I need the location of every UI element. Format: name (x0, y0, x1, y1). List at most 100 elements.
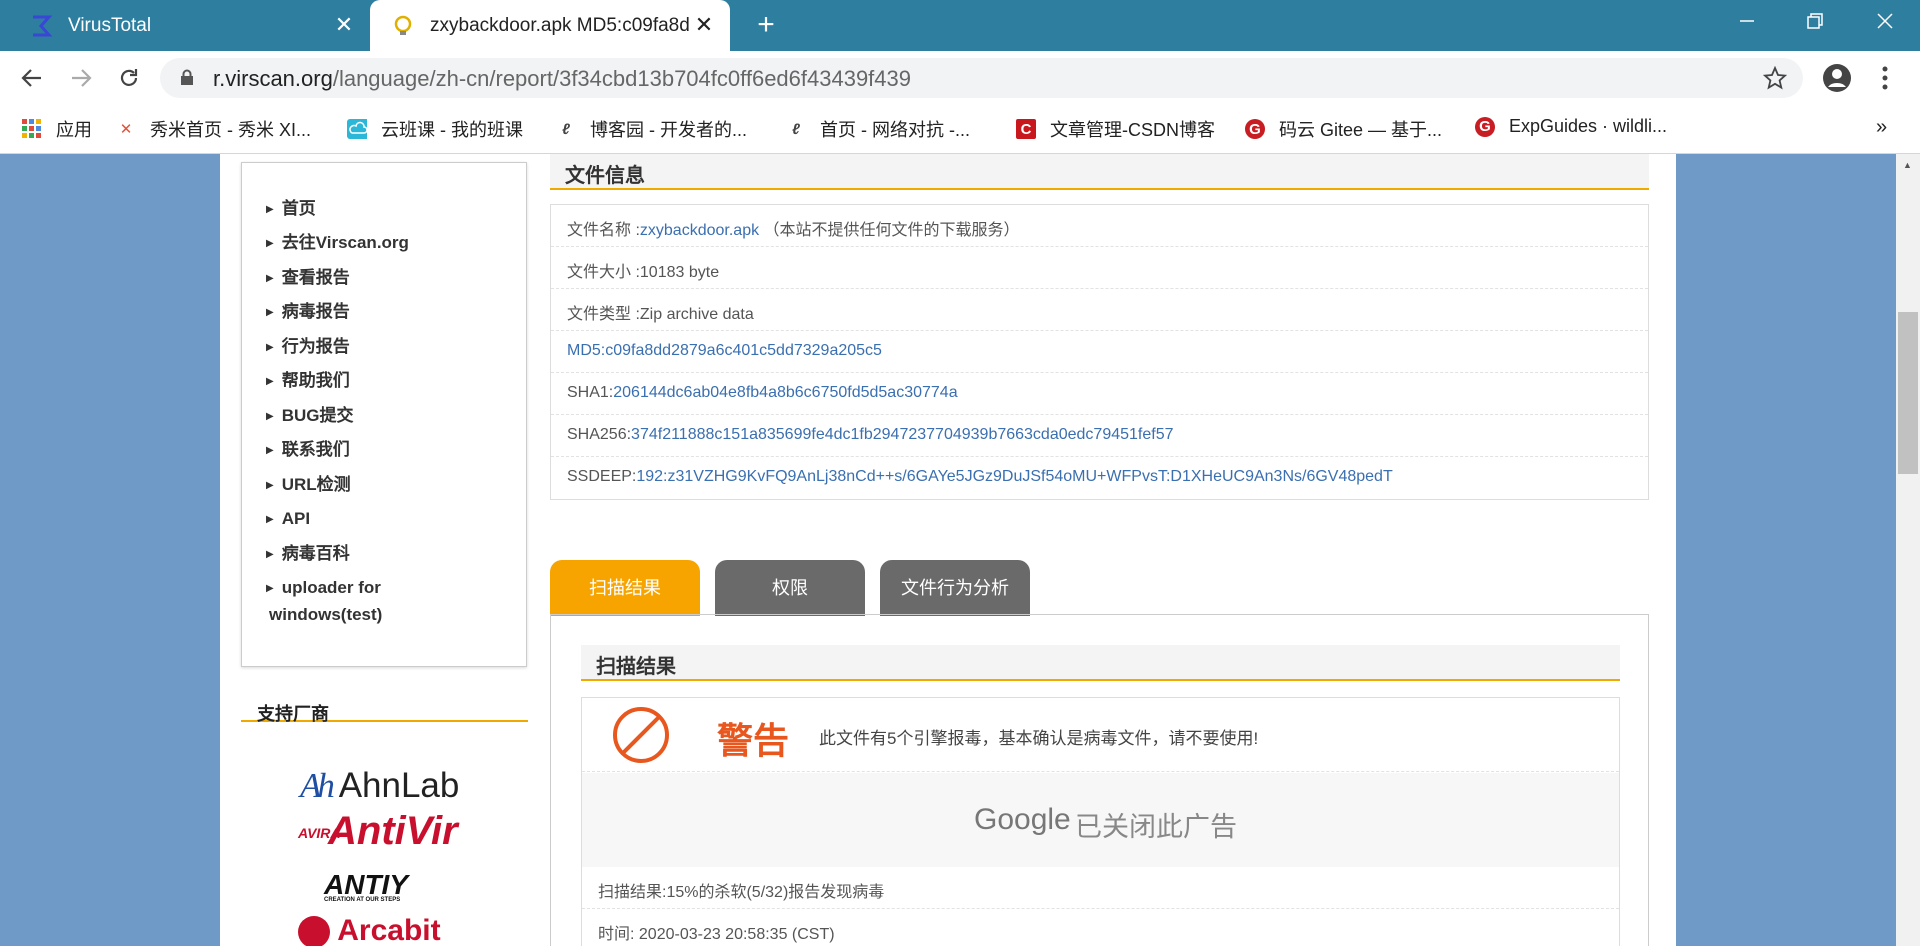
triangle-right-icon: ▶ (266, 583, 274, 595)
vertical-scrollbar[interactable]: ▲ (1896, 154, 1920, 946)
xiumi-icon: ✕ (119, 121, 133, 138)
prohibited-icon (612, 706, 670, 769)
sidebar-item-help-us[interactable]: ▶ 帮助我们 (266, 367, 350, 395)
triangle-right-icon: ▶ (266, 273, 274, 285)
bookmark-apps[interactable]: 应用 (22, 116, 92, 142)
close-icon[interactable]: ✕ (332, 13, 356, 37)
triangle-right-icon: ▶ (266, 376, 274, 388)
sidebar-item-virus-report[interactable]: ▶ 病毒报告 (266, 298, 350, 326)
triangle-right-icon: ▶ (266, 514, 274, 526)
tab-scan-results[interactable]: 扫描结果 (550, 560, 700, 616)
apps-grid-icon (22, 119, 42, 139)
scan-results-title: 扫描结果 (581, 645, 1620, 681)
fileinfo-table: 文件名称 :zxybackdoor.apk （本站不提供任何文件的下载服务） 文… (550, 204, 1649, 500)
scan-results-panel: 扫描结果 警告 此文件有5个引擎报毒，基本确认是病毒文件，请不要使用! Goog… (550, 614, 1649, 946)
gitee-icon: G (1475, 116, 1495, 137)
vendor-logo-antivir: AVIRAAntiVir (298, 809, 458, 853)
google-logo: Google (974, 803, 1071, 836)
fileinfo-row-size: 文件大小 :10183 byte (551, 247, 1648, 289)
sidebar-item-virus-wiki[interactable]: ▶ 病毒百科 (266, 540, 350, 568)
sidebar-item-url-check[interactable]: ▶ URL检测 (266, 471, 351, 499)
sidebar-item-goto-virscan[interactable]: ▶ 去往Virscan.org (266, 229, 409, 257)
vendor-logo-ahnlab: Ah AhnLab (300, 766, 460, 805)
tab-virscan-report[interactable]: zxybackdoor.apk MD5:c09fa8d ✕ (370, 0, 730, 51)
scan-result-summary: 扫描结果:15%的杀软(5/32)报告发现病毒 (582, 867, 1619, 909)
close-window-icon[interactable] (1850, 0, 1920, 42)
minimize-icon[interactable] (1712, 0, 1782, 42)
sidebar-item-contact[interactable]: ▶ 联系我们 (266, 436, 350, 464)
close-icon[interactable]: ✕ (692, 13, 716, 37)
sidebar-nav: ▶ 首页 ▶ 去往Virscan.org ▶ 查看报告 ▶ 病毒报告 ▶ 行为报告 ▶ 帮助… (241, 162, 527, 667)
scan-warning-box: 警告 此文件有5个引擎报毒，基本确认是病毒文件，请不要使用! Google 已关… (581, 697, 1620, 946)
bookmark-gitee[interactable]: G 码云 Gitee — 基于... (1245, 116, 1442, 142)
sidebar-item-bug-submit[interactable]: ▶ BUG提交 (266, 402, 353, 430)
scroll-up-arrow-icon[interactable]: ▲ (1903, 160, 1912, 170)
triangle-right-icon: ▶ (266, 445, 274, 457)
vendor-logo-antiy: ANTIY CREATION AT OUR STEPS (324, 869, 408, 903)
forward-arrow-icon[interactable] (66, 63, 96, 93)
address-bar[interactable]: r.virscan.org/language/zh-cn/report/3f34… (160, 58, 1803, 98)
tab-behavior-analysis[interactable]: 文件行为分析 (880, 560, 1030, 616)
warning-row: 警告 此文件有5个引擎报毒，基本确认是病毒文件，请不要使用! (582, 698, 1619, 772)
fileinfo-row-sha1: SHA1:206144dc6ab04e8fb4a8b6c6750fd5d5ac3… (551, 373, 1648, 415)
restore-icon[interactable] (1780, 0, 1850, 42)
browser-tab-bar: VirusTotal ✕ zxybackdoor.apk MD5:c09fa8d… (0, 0, 1920, 51)
star-icon[interactable] (1762, 65, 1788, 95)
tab-title: zxybackdoor.apk MD5:c09fa8d (430, 14, 690, 36)
tab-permissions[interactable]: 权限 (715, 560, 865, 616)
address-toolbar: r.virscan.org/language/zh-cn/report/3f34… (0, 51, 1920, 104)
sidebar-item-uploader-line2[interactable]: windows(test) (269, 601, 382, 628)
cnblogs-icon: ℓ (792, 120, 800, 138)
gitee-icon: G (1245, 119, 1265, 139)
triangle-right-icon: ▶ (266, 342, 274, 354)
bookmark-xiumi[interactable]: ✕ 秀米首页 - 秀米 XI... (116, 116, 311, 142)
triangle-right-icon: ▶ (266, 480, 274, 492)
sidebar-item-home[interactable]: ▶ 首页 (266, 195, 316, 223)
page-body: ▶ 首页 ▶ 去往Virscan.org ▶ 查看报告 ▶ 病毒报告 ▶ 行为报告 ▶ 帮助… (220, 154, 1676, 946)
fileinfo-title: 文件信息 (550, 154, 1649, 190)
reload-icon[interactable] (114, 63, 144, 93)
bookmark-yunbanke[interactable]: 云班课 - 我的班课 (347, 116, 523, 142)
lock-icon (180, 69, 194, 91)
csdn-icon: C (1016, 119, 1036, 139)
bookmark-expguides[interactable]: G ExpGuides · wildli... (1475, 116, 1667, 137)
sidebar-item-behavior-report[interactable]: ▶ 行为报告 (266, 333, 350, 361)
fileinfo-row-md5: MD5:c09fa8dd2879a6c401c5dd7329a205c5 (551, 331, 1648, 373)
sigma-icon (28, 13, 54, 39)
triangle-right-icon: ▶ (266, 307, 274, 319)
back-arrow-icon[interactable] (17, 63, 47, 93)
vendors-title: 支持厂商 (241, 700, 528, 724)
sidebar-item-uploader[interactable]: ▶ uploader for (266, 574, 381, 602)
page-viewport: ▶ 首页 ▶ 去往Virscan.org ▶ 查看报告 ▶ 病毒报告 ▶ 行为报告 ▶ 帮助… (0, 154, 1920, 946)
ad-closed-banner: Google 已关闭此广告 (582, 773, 1619, 867)
new-tab-button[interactable]: + (748, 8, 784, 44)
triangle-right-icon: ▶ (266, 204, 274, 216)
scan-time: 时间: 2020-03-23 20:58:35 (CST) (582, 909, 1619, 946)
sidebar-item-api[interactable]: ▶ API (266, 505, 310, 533)
bookmark-csdn[interactable]: C 文章管理-CSDN博客 (1016, 116, 1215, 142)
sidebar-item-view-report[interactable]: ▶ 查看报告 (266, 264, 350, 292)
bookmarks-bar: 应用 ✕ 秀米首页 - 秀米 XI... 云班课 - 我的班课 ℓ 博客园 - … (0, 104, 1920, 154)
triangle-right-icon: ▶ (266, 549, 274, 561)
tab-title: VirusTotal (68, 14, 152, 36)
menu-kebab-icon[interactable] (1880, 65, 1890, 96)
cloud-icon (347, 119, 367, 139)
file-name-link[interactable]: zxybackdoor.apk (640, 222, 759, 239)
warning-text: 此文件有5个引擎报毒，基本确认是病毒文件，请不要使用! (819, 729, 1259, 748)
fileinfo-row-sha256: SHA256:374f211888c151a835699fe4dc1fb2947… (551, 415, 1648, 457)
bookmark-cnblogs[interactable]: ℓ 博客园 - 开发者的... (556, 116, 747, 142)
scrollbar-thumb[interactable] (1898, 312, 1918, 474)
url-text: r.virscan.org/language/zh-cn/report/3f34… (213, 66, 912, 91)
tab-virustotal[interactable]: VirusTotal ✕ (0, 0, 370, 51)
triangle-right-icon: ▶ (266, 238, 274, 250)
lightbulb-icon (390, 13, 416, 39)
profile-avatar-icon[interactable] (1822, 63, 1852, 98)
cnblogs-icon: ℓ (562, 120, 570, 138)
fileinfo-row-name: 文件名称 :zxybackdoor.apk （本站不提供任何文件的下载服务） (551, 205, 1648, 247)
triangle-right-icon: ▶ (266, 411, 274, 423)
ad-closed-text: 已关闭此广告 (1075, 812, 1237, 842)
vendor-logo-arcabit: Arcabit (298, 914, 441, 946)
warning-title: 警告 (717, 720, 790, 761)
bookmarks-overflow-button[interactable]: » (1876, 116, 1887, 139)
bookmark-network-attack[interactable]: ℓ 首页 - 网络对抗 -... (786, 116, 970, 142)
